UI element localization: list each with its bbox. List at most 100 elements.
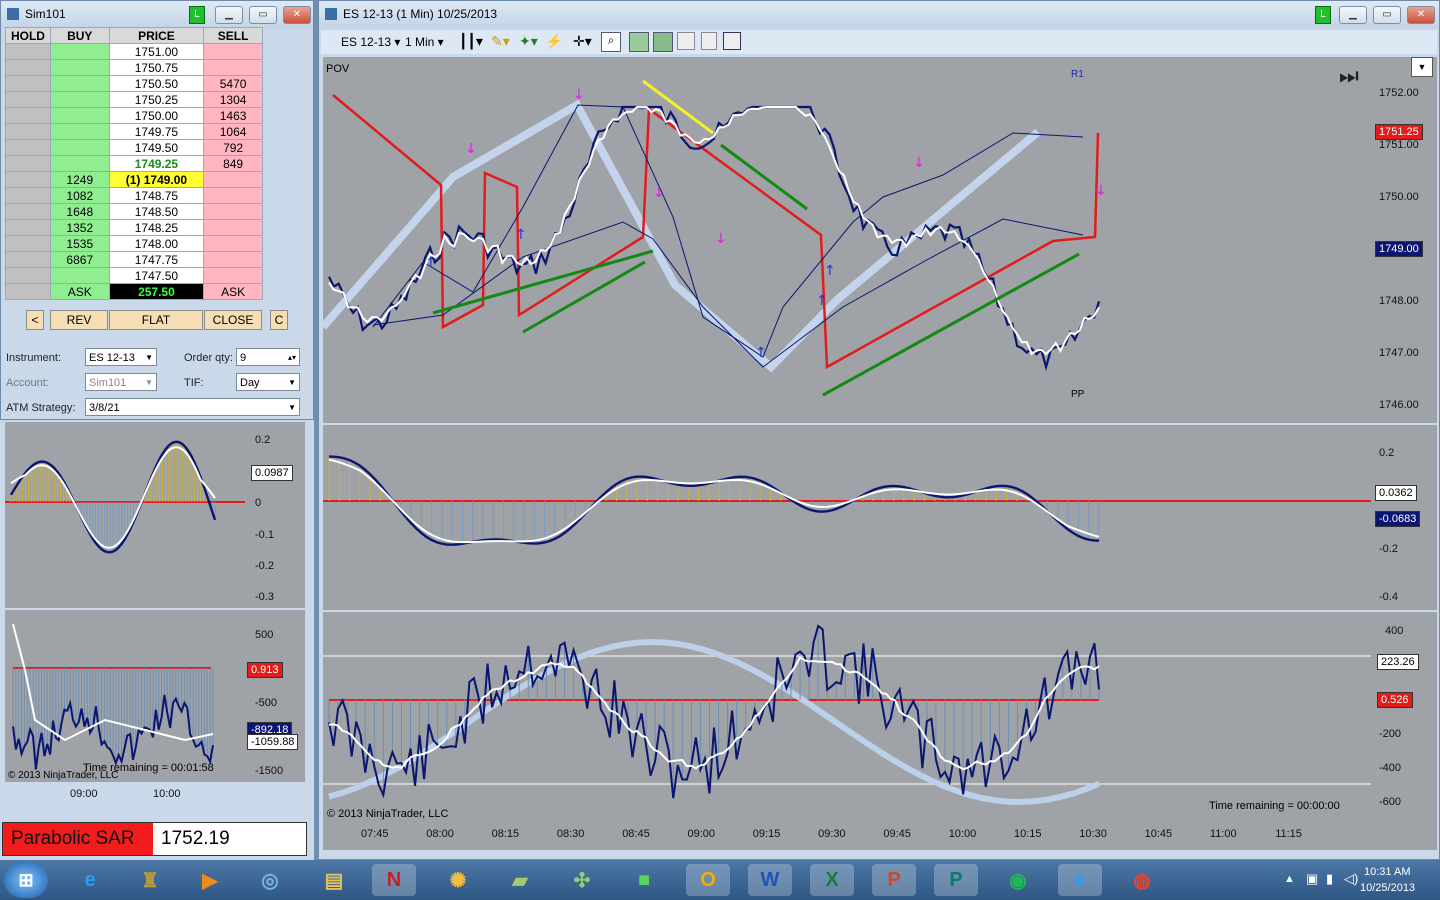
- media-icon[interactable]: ▶: [188, 864, 232, 896]
- buy-cell[interactable]: [49, 59, 110, 76]
- ie2-icon[interactable]: e: [1058, 864, 1102, 896]
- spotify-icon[interactable]: ◉: [996, 864, 1040, 896]
- window-icon[interactable]: [723, 32, 741, 50]
- flat-button[interactable]: FLAT: [109, 310, 203, 330]
- signal-icon[interactable]: ▮: [1326, 871, 1333, 887]
- sell-ask-button[interactable]: ASK: [203, 283, 263, 300]
- explorer-icon[interactable]: ▤: [312, 864, 356, 896]
- publisher-icon[interactable]: P: [934, 864, 978, 896]
- outlook-icon[interactable]: O: [686, 864, 730, 896]
- instrument-dropdown[interactable]: ES 12-13 ▾: [341, 35, 400, 49]
- notes-icon[interactable]: ▰: [498, 864, 542, 896]
- bar-type-icon[interactable]: ┃┃▾: [459, 33, 483, 50]
- chart-menu-icon[interactable]: ▼: [1411, 57, 1433, 77]
- maximize-icon[interactable]: ▭: [1373, 6, 1401, 24]
- buy-cell[interactable]: [49, 107, 110, 124]
- sell-cell[interactable]: 1463: [203, 107, 263, 124]
- minimize-icon[interactable]: ▁: [215, 6, 243, 24]
- copy-icon[interactable]: [701, 32, 717, 50]
- sell-cell[interactable]: [203, 171, 263, 188]
- sell-cell[interactable]: [203, 267, 263, 284]
- buy-cell[interactable]: 6867: [49, 251, 110, 268]
- left-osc-panel[interactable]: Time remaining = 00:01:58 © 2013 NinjaTr…: [5, 610, 245, 782]
- buy-cell[interactable]: [49, 75, 110, 92]
- buy-cell[interactable]: 1352: [49, 219, 110, 236]
- pencil-icon[interactable]: ✎▾: [491, 33, 510, 50]
- buy-cell[interactable]: [49, 91, 110, 108]
- sell-cell[interactable]: 849: [203, 155, 263, 172]
- maximize-icon[interactable]: ▭: [249, 6, 277, 24]
- close-icon[interactable]: ✕: [283, 6, 311, 24]
- chart-titlebar[interactable]: ES 12-13 (1 Min) 10/25/2013 L ▁ ▭ ✕: [319, 1, 1439, 29]
- network-icon[interactable]: ✣: [560, 864, 604, 896]
- buy-ask-button[interactable]: ASK: [49, 283, 110, 300]
- close-button[interactable]: CLOSE: [204, 310, 262, 330]
- buy-cell[interactable]: [49, 123, 110, 140]
- zoom-icon[interactable]: ⌕: [601, 32, 621, 52]
- sell-cell[interactable]: [203, 59, 263, 76]
- sell-cell[interactable]: 1064: [203, 123, 263, 140]
- clock-date[interactable]: 10/25/2013: [1360, 882, 1415, 894]
- clock-time[interactable]: 10:31 AM: [1364, 866, 1410, 878]
- buy-cell[interactable]: 1535: [49, 235, 110, 252]
- osc-panel[interactable]: Time remaining = 00:00:00 © 2013 NinjaTr…: [323, 612, 1371, 822]
- chart-trader-icon[interactable]: [677, 32, 695, 50]
- excel-icon[interactable]: X: [810, 864, 854, 896]
- link-badge[interactable]: L: [189, 6, 205, 24]
- spinner-icon[interactable]: ▴▾: [288, 349, 296, 367]
- atm-strategy-select[interactable]: 3/8/21 ▼: [85, 398, 300, 416]
- macd-panel[interactable]: [323, 425, 1371, 610]
- app-game-icon[interactable]: ♜: [128, 864, 172, 896]
- account-select[interactable]: Sim101 ▼: [85, 373, 157, 391]
- ninjatrader-icon[interactable]: N: [372, 864, 416, 896]
- sell-cell[interactable]: 792: [203, 139, 263, 156]
- back-button[interactable]: <: [26, 310, 44, 330]
- data-box-icon[interactable]: [653, 32, 673, 52]
- crosshair-icon[interactable]: ✛▾: [573, 33, 592, 50]
- start-button[interactable]: ⊞: [4, 862, 48, 898]
- game2-icon[interactable]: ■: [622, 864, 666, 896]
- left-macd-panel[interactable]: [5, 422, 245, 608]
- scroll-end-icon[interactable]: ⏭: [1339, 63, 1359, 89]
- sell-cell[interactable]: [203, 187, 263, 204]
- indicator-icon[interactable]: ✦▾: [519, 33, 538, 50]
- buy-cell[interactable]: [49, 139, 110, 156]
- buy-cell[interactable]: 1648: [49, 203, 110, 220]
- sell-cell[interactable]: [203, 251, 263, 268]
- buy-cell[interactable]: 1082: [49, 187, 110, 204]
- buy-cell[interactable]: [49, 267, 110, 284]
- price-panel[interactable]: ↓ ↓ ↓ ↓ ↓ ↓ ↑ ↑ ↑ ↑ ↑ POV R1 PP ⏭: [319, 57, 1371, 423]
- dom-titlebar[interactable]: Sim101 L ▁ ▭ ✕: [1, 1, 313, 29]
- c-button[interactable]: C: [270, 310, 288, 330]
- link-badge[interactable]: L: [1315, 6, 1331, 24]
- close-icon[interactable]: ✕: [1407, 6, 1435, 24]
- tif-select[interactable]: Day ▼: [236, 373, 300, 391]
- buy-cell[interactable]: [49, 43, 110, 60]
- show-hidden-icons[interactable]: ▲: [1284, 873, 1295, 885]
- powerpoint-icon[interactable]: P: [872, 864, 916, 896]
- sell-cell[interactable]: 5470: [203, 75, 263, 92]
- chat-icon[interactable]: ◎: [248, 864, 292, 896]
- chrome-icon[interactable]: ◍: [1120, 864, 1164, 896]
- minimize-icon[interactable]: ▁: [1339, 6, 1367, 24]
- buy-cell[interactable]: [49, 155, 110, 172]
- interval-dropdown[interactable]: 1 Min ▾: [405, 35, 444, 49]
- ie-icon[interactable]: e: [68, 864, 112, 896]
- instrument-select[interactable]: ES 12-13 ▼: [85, 348, 157, 366]
- ladder-row: 1249 (1) 1749.00: [5, 171, 263, 188]
- sell-cell[interactable]: [203, 43, 263, 60]
- strategy-icon[interactable]: ⚡: [545, 33, 562, 50]
- volume-icon[interactable]: ◁): [1344, 871, 1358, 887]
- compass-icon[interactable]: ✺: [436, 864, 480, 896]
- rev-button[interactable]: REV: [50, 310, 108, 330]
- order-qty-stepper[interactable]: 9 ▴▾: [236, 348, 300, 366]
- sell-cell[interactable]: [203, 219, 263, 236]
- tray-icon[interactable]: ▣: [1306, 871, 1318, 887]
- word-icon[interactable]: W: [748, 864, 792, 896]
- buy-cell[interactable]: 1249: [49, 171, 110, 188]
- sell-cell[interactable]: [203, 203, 263, 220]
- sell-cell[interactable]: [203, 235, 263, 252]
- price-cell: 1748.00: [108, 235, 205, 252]
- properties-icon[interactable]: [629, 32, 649, 52]
- sell-cell[interactable]: 1304: [203, 91, 263, 108]
